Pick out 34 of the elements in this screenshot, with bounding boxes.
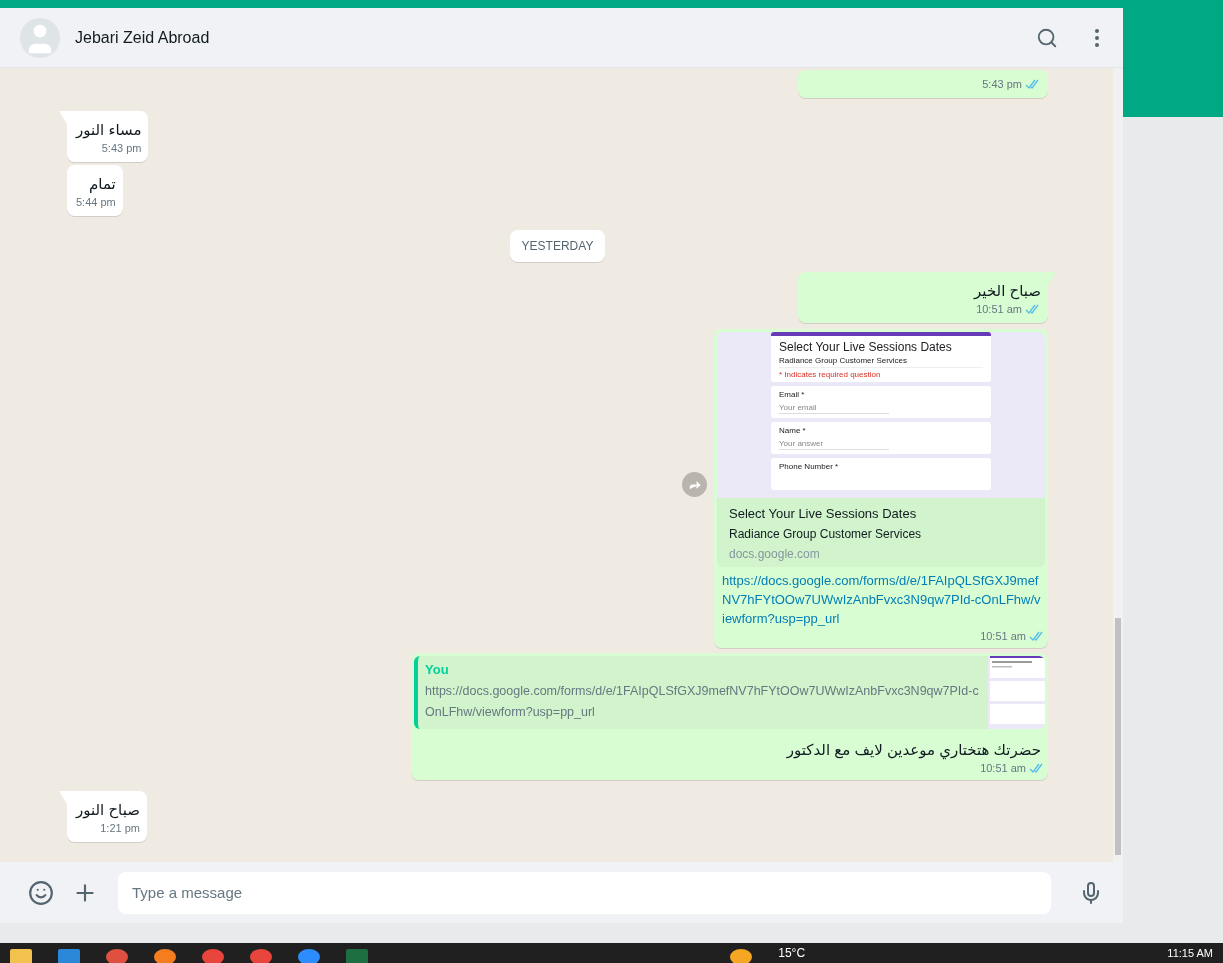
message-text: مساء النور bbox=[76, 120, 142, 140]
form-field-label: Phone Number * bbox=[779, 462, 840, 471]
smiley-icon bbox=[28, 879, 54, 906]
scrollbar-drawing[interactable] bbox=[1113, 68, 1123, 862]
form-field-label: Name * bbox=[779, 426, 807, 435]
clock-time[interactable]: 11:15 AM bbox=[1167, 947, 1213, 959]
required-note: * Indicates required question bbox=[779, 367, 983, 379]
preview-title: Select Your Live Sessions Dates bbox=[729, 506, 918, 521]
message-time: 1:21 pm bbox=[100, 822, 140, 834]
message-text: صباح الخير bbox=[972, 281, 1041, 301]
message-text: تمام bbox=[88, 174, 116, 194]
menu-icon bbox=[1095, 28, 1099, 47]
message-time: 10:51 am bbox=[976, 303, 1022, 315]
message-time: 10:51 am bbox=[980, 762, 1026, 774]
date-chip: YESTERDAY bbox=[509, 230, 606, 262]
weather-temperature: 15°C bbox=[778, 946, 806, 960]
form-field-label: Email * bbox=[779, 390, 806, 399]
quote-text: https://docs.google.com/forms/d/e/1FAIpQLSfGXJ9mefNV7hFYtOOw7UWwIzAnbFvxc3N9qw7PId-cOnLFhw/viewform?usp=pp_url bbox=[425, 683, 980, 721]
message-input[interactable]: Type a message bbox=[118, 871, 1051, 914]
contact-name: Jebari Zeid Abroad bbox=[75, 28, 211, 47]
quoted-message[interactable]: You https://docs.google.com/forms/d/e/1FAIpQLSfGXJ9mefNV7hFYtOOw7UWwIzAnbFvxc3N9qw7PId-cOnLFhw/viewform?usp=pp_url bbox=[414, 656, 1045, 729]
message-text: حضرتك هتختاري موعدين لايف مع الدكتور bbox=[785, 740, 1042, 760]
search-icon bbox=[1036, 26, 1058, 49]
message-time: 5:43 pm bbox=[101, 142, 142, 154]
message-time: 5:43 pm bbox=[982, 78, 1022, 90]
preview-domain: docs.google.com bbox=[729, 547, 821, 561]
message-time: 10:51 am bbox=[980, 630, 1026, 642]
form-subtitle: Radiance Group Customer Services bbox=[779, 356, 909, 365]
quote-author: You bbox=[425, 662, 450, 677]
message-link[interactable]: https://docs.google.com/forms/d/e/1FAIpQLSfGXJ9mefNV7hFYtOOw7UWwIzAnbFvxc3N9qw7PId-cOnLFhw/viewform?usp=pp_url bbox=[717, 567, 1045, 628]
message-time: 5:44 pm bbox=[76, 196, 116, 208]
message-text: صباح النور bbox=[76, 800, 140, 820]
form-title: Select Your Live Sessions Dates bbox=[779, 340, 953, 354]
preview-description: Radiance Group Customer Services bbox=[729, 527, 923, 541]
